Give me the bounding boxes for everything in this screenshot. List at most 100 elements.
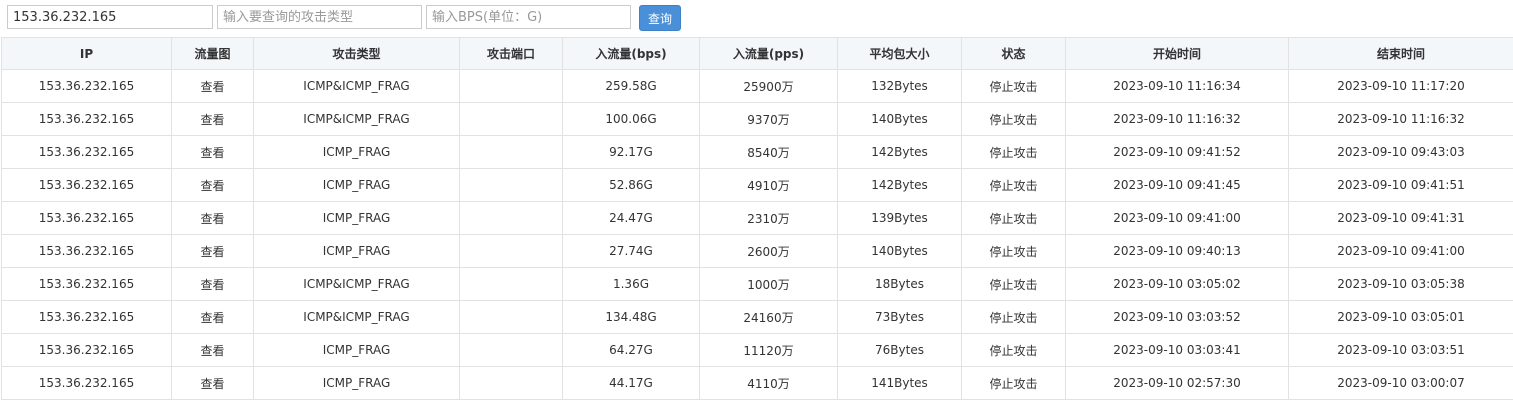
- column-header-inbound-bps: 入流量(bps): [562, 37, 700, 70]
- cell-attack-type: ICMP_FRAG: [253, 135, 460, 169]
- view-chart-link[interactable]: 查看: [171, 69, 254, 103]
- ip-search-input[interactable]: [7, 5, 213, 29]
- view-chart-link[interactable]: 查看: [171, 267, 254, 301]
- cell-ip: 153.36.232.165: [1, 102, 172, 136]
- column-header-avg-packet-size: 平均包大小: [837, 37, 962, 70]
- cell-start-time: 2023-09-10 11:16:34: [1065, 69, 1289, 103]
- cell-inbound-bps: 100.06G: [562, 102, 700, 136]
- cell-ip: 153.36.232.165: [1, 267, 172, 301]
- cell-end-time: 2023-09-10 09:41:51: [1288, 168, 1513, 202]
- cell-status: 停止攻击: [961, 366, 1066, 400]
- cell-ip: 153.36.232.165: [1, 234, 172, 268]
- cell-avg-packet-size: 76Bytes: [837, 333, 962, 367]
- view-chart-link[interactable]: 查看: [171, 366, 254, 400]
- cell-inbound-bps: 24.47G: [562, 201, 700, 235]
- cell-ip: 153.36.232.165: [1, 135, 172, 169]
- cell-ip: 153.36.232.165: [1, 201, 172, 235]
- cell-inbound-pps: 24160万: [699, 300, 838, 334]
- cell-end-time: 2023-09-10 11:16:32: [1288, 102, 1513, 136]
- cell-inbound-pps: 8540万: [699, 135, 838, 169]
- cell-status: 停止攻击: [961, 135, 1066, 169]
- cell-status: 停止攻击: [961, 234, 1066, 268]
- cell-attack-port: [459, 234, 563, 268]
- cell-status: 停止攻击: [961, 69, 1066, 103]
- cell-start-time: 2023-09-10 03:03:41: [1065, 333, 1289, 367]
- cell-end-time: 2023-09-10 03:03:51: [1288, 333, 1513, 367]
- cell-start-time: 2023-09-10 09:41:52: [1065, 135, 1289, 169]
- cell-avg-packet-size: 140Bytes: [837, 234, 962, 268]
- cell-avg-packet-size: 18Bytes: [837, 267, 962, 301]
- cell-attack-type: ICMP_FRAG: [253, 234, 460, 268]
- cell-inbound-pps: 25900万: [699, 69, 838, 103]
- search-toolbar: 查询: [0, 0, 1513, 37]
- view-chart-link[interactable]: 查看: [171, 333, 254, 367]
- column-header-attack-port: 攻击端口: [459, 37, 563, 70]
- table-row: 153.36.232.165 查看 ICMP_FRAG 64.27G 11120…: [1, 333, 1513, 367]
- cell-attack-type: ICMP_FRAG: [253, 366, 460, 400]
- cell-inbound-pps: 4910万: [699, 168, 838, 202]
- cell-inbound-bps: 134.48G: [562, 300, 700, 334]
- cell-ip: 153.36.232.165: [1, 366, 172, 400]
- cell-attack-port: [459, 135, 563, 169]
- cell-attack-type: ICMP_FRAG: [253, 333, 460, 367]
- column-header-traffic-chart: 流量图: [171, 37, 254, 70]
- cell-inbound-bps: 64.27G: [562, 333, 700, 367]
- cell-ip: 153.36.232.165: [1, 168, 172, 202]
- cell-status: 停止攻击: [961, 267, 1066, 301]
- table-row: 153.36.232.165 查看 ICMP_FRAG 52.86G 4910万…: [1, 168, 1513, 202]
- cell-end-time: 2023-09-10 09:43:03: [1288, 135, 1513, 169]
- cell-attack-type: ICMP&ICMP_FRAG: [253, 102, 460, 136]
- cell-status: 停止攻击: [961, 300, 1066, 334]
- cell-inbound-bps: 1.36G: [562, 267, 700, 301]
- cell-attack-port: [459, 201, 563, 235]
- view-chart-link[interactable]: 查看: [171, 168, 254, 202]
- attack-type-input[interactable]: [217, 5, 422, 29]
- view-chart-link[interactable]: 查看: [171, 201, 254, 235]
- cell-attack-port: [459, 69, 563, 103]
- cell-ip: 153.36.232.165: [1, 300, 172, 334]
- table-header-row: IP 流量图 攻击类型 攻击端口 入流量(bps) 入流量(pps) 平均包大小…: [1, 37, 1513, 70]
- table-row: 153.36.232.165 查看 ICMP&ICMP_FRAG 134.48G…: [1, 300, 1513, 334]
- cell-status: 停止攻击: [961, 102, 1066, 136]
- column-header-start-time: 开始时间: [1065, 37, 1289, 70]
- cell-inbound-pps: 11120万: [699, 333, 838, 367]
- cell-avg-packet-size: 141Bytes: [837, 366, 962, 400]
- cell-attack-port: [459, 168, 563, 202]
- cell-inbound-pps: 9370万: [699, 102, 838, 136]
- cell-attack-type: ICMP&ICMP_FRAG: [253, 300, 460, 334]
- attack-log-table: IP 流量图 攻击类型 攻击端口 入流量(bps) 入流量(pps) 平均包大小…: [1, 37, 1513, 400]
- view-chart-link[interactable]: 查看: [171, 135, 254, 169]
- column-header-end-time: 结束时间: [1288, 37, 1513, 70]
- cell-status: 停止攻击: [961, 333, 1066, 367]
- cell-start-time: 2023-09-10 09:40:13: [1065, 234, 1289, 268]
- cell-attack-port: [459, 267, 563, 301]
- cell-end-time: 2023-09-10 03:05:01: [1288, 300, 1513, 334]
- cell-start-time: 2023-09-10 11:16:32: [1065, 102, 1289, 136]
- cell-start-time: 2023-09-10 02:57:30: [1065, 366, 1289, 400]
- cell-status: 停止攻击: [961, 168, 1066, 202]
- column-header-attack-type: 攻击类型: [253, 37, 460, 70]
- query-button[interactable]: 查询: [639, 5, 681, 31]
- cell-attack-type: ICMP&ICMP_FRAG: [253, 267, 460, 301]
- cell-ip: 153.36.232.165: [1, 333, 172, 367]
- bps-input[interactable]: [426, 5, 631, 29]
- column-header-status: 状态: [961, 37, 1066, 70]
- cell-avg-packet-size: 132Bytes: [837, 69, 962, 103]
- table-row: 153.36.232.165 查看 ICMP&ICMP_FRAG 1.36G 1…: [1, 267, 1513, 301]
- cell-inbound-bps: 259.58G: [562, 69, 700, 103]
- cell-attack-port: [459, 102, 563, 136]
- table-row: 153.36.232.165 查看 ICMP_FRAG 44.17G 4110万…: [1, 366, 1513, 400]
- view-chart-link[interactable]: 查看: [171, 234, 254, 268]
- cell-inbound-pps: 2600万: [699, 234, 838, 268]
- table-row: 153.36.232.165 查看 ICMP&ICMP_FRAG 100.06G…: [1, 102, 1513, 136]
- cell-end-time: 2023-09-10 11:17:20: [1288, 69, 1513, 103]
- cell-ip: 153.36.232.165: [1, 69, 172, 103]
- cell-attack-type: ICMP_FRAG: [253, 201, 460, 235]
- cell-inbound-bps: 52.86G: [562, 168, 700, 202]
- cell-start-time: 2023-09-10 09:41:45: [1065, 168, 1289, 202]
- cell-avg-packet-size: 142Bytes: [837, 168, 962, 202]
- view-chart-link[interactable]: 查看: [171, 300, 254, 334]
- cell-status: 停止攻击: [961, 201, 1066, 235]
- cell-end-time: 2023-09-10 09:41:31: [1288, 201, 1513, 235]
- view-chart-link[interactable]: 查看: [171, 102, 254, 136]
